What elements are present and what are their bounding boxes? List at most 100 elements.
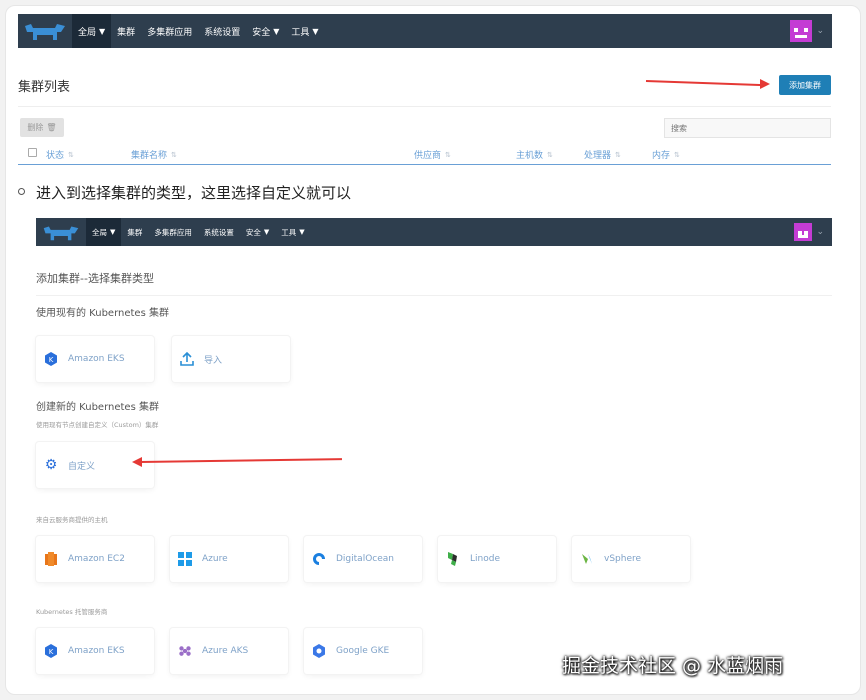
- delete-button[interactable]: 删除 🗑: [20, 118, 64, 137]
- tile-label: Amazon EKS: [68, 646, 125, 656]
- table-header-underline: [18, 164, 831, 165]
- nav-multi-cluster-apps[interactable]: 多集群应用: [141, 14, 198, 48]
- annotation-arrow-add: [645, 80, 764, 87]
- column-provider[interactable]: 供应商 ⇅: [414, 148, 451, 162]
- arrow-head: [760, 79, 770, 89]
- column-cpu-label: 处理器: [584, 151, 612, 161]
- column-nodes[interactable]: 主机数 ⇅: [516, 148, 553, 162]
- nav-tools-label: 工具: [291, 27, 310, 38]
- nav-settings-label: 系统设置: [204, 27, 241, 38]
- inner-nav-clusters[interactable]: 集群: [121, 218, 148, 246]
- nav-global-label: 全局: [78, 27, 97, 38]
- chevron-down-icon: ▼: [110, 228, 116, 236]
- inner-nav-security-label: 安全: [245, 227, 261, 237]
- search-input[interactable]: [664, 118, 831, 138]
- divider: [36, 295, 832, 296]
- watermark: 掘金技术社区 @ 水蓝烟雨: [562, 655, 784, 677]
- arrow-head: [132, 457, 142, 467]
- inner-user-avatar[interactable]: [794, 223, 813, 241]
- avatar-chevron-icon[interactable]: ⌄: [816, 26, 824, 36]
- tile-google-gke[interactable]: Google GKE: [304, 628, 422, 674]
- sort-icon: ⇅: [547, 150, 553, 159]
- svg-text:K: K: [49, 356, 54, 364]
- tile-azure[interactable]: Azure: [170, 536, 288, 582]
- tile-label: 导入: [204, 355, 223, 366]
- tile-digitalocean[interactable]: DigitalOcean: [304, 536, 422, 582]
- column-cluster-name-label: 集群名称: [131, 151, 168, 161]
- inner-nav-settings-label: 系统设置: [203, 227, 234, 237]
- tile-label: Azure: [202, 554, 228, 564]
- tile-hosted-amazon-eks[interactable]: K Amazon EKS: [36, 628, 154, 674]
- tile-label: Amazon EKS: [68, 354, 125, 364]
- divider: [18, 106, 831, 107]
- inner-nav-settings[interactable]: 系统设置: [198, 218, 240, 246]
- inner-nav-global[interactable]: 全局 ▼: [86, 218, 122, 246]
- nav-settings[interactable]: 系统设置: [198, 14, 246, 48]
- sort-icon: ⇅: [445, 150, 451, 159]
- column-cpu[interactable]: 处理器 ⇅: [584, 148, 621, 162]
- inner-nav-security[interactable]: 安全 ▼: [240, 218, 275, 246]
- inner-nav-multi-cluster-apps[interactable]: 多集群应用: [148, 218, 198, 246]
- sort-icon: ⇅: [674, 150, 680, 159]
- inner-nav: 全局 ▼ 集群 多集群应用 系统设置 安全 ▼ 工具 ▼ ⌄: [36, 218, 832, 246]
- column-status[interactable]: 状态 ⇅: [46, 148, 74, 162]
- rancher-cow-icon: [25, 24, 65, 40]
- column-memory[interactable]: 内存 ⇅: [652, 148, 680, 162]
- column-provider-label: 供应商: [414, 151, 442, 161]
- chevron-down-icon: ▼: [273, 26, 280, 36]
- tile-label: Google GKE: [336, 646, 390, 656]
- tile-label: Azure AKS: [202, 646, 249, 656]
- sort-icon: ⇅: [68, 150, 74, 159]
- column-cluster-name[interactable]: 集群名称 ⇅: [131, 148, 177, 162]
- instruction-text: 进入到选择集群的类型，这里选择自定义就可以: [36, 184, 352, 202]
- annotation-arrow-custom: [139, 458, 342, 463]
- existing-cluster-section-title: 使用现有的 Kubernetes 集群: [36, 308, 169, 319]
- nav-security[interactable]: 安全 ▼: [246, 14, 285, 48]
- tile-label: vSphere: [604, 554, 642, 564]
- nav-clusters[interactable]: 集群: [111, 14, 141, 48]
- digitalocean-icon: [312, 552, 326, 566]
- inner-nav-multi-cluster-apps-label: 多集群应用: [154, 227, 192, 237]
- screenshot-card: 全局 ▼ 集群 多集群应用 系统设置 安全 ▼ 工具 ▼ ⌄ 集群列表 添加集群 删除…: [5, 5, 861, 695]
- tile-import[interactable]: 导入: [172, 336, 290, 382]
- tile-amazon-ec2[interactable]: Amazon EC2: [36, 536, 154, 582]
- amazon-ec2-icon: [44, 552, 58, 566]
- chevron-down-icon: ▼: [263, 228, 270, 236]
- inner-nav-tools-label: 工具: [281, 227, 297, 237]
- nav-tools[interactable]: 工具 ▼: [285, 14, 324, 48]
- top-nav: 全局 ▼ 集群 多集群应用 系统设置 安全 ▼ 工具 ▼ ⌄: [18, 14, 832, 48]
- sort-icon: ⇅: [615, 150, 621, 159]
- tile-label: DigitalOcean: [336, 554, 394, 564]
- inner-nav-tools[interactable]: 工具 ▼: [275, 218, 310, 246]
- tile-vsphere[interactable]: vSphere: [572, 536, 690, 582]
- chevron-down-icon: ▼: [99, 26, 106, 36]
- new-cluster-section-title: 创建新的 Kubernetes 集群: [36, 402, 159, 413]
- column-status-label: 状态: [46, 151, 65, 161]
- select-all-checkbox[interactable]: [28, 148, 37, 157]
- tile-existing-amazon-eks[interactable]: K Amazon EKS: [36, 336, 154, 382]
- tile-label: 自定义: [68, 461, 96, 472]
- avatar-chevron-icon[interactable]: ⌄: [816, 227, 824, 237]
- tile-linode[interactable]: Linode: [438, 536, 556, 582]
- nav-global[interactable]: 全局 ▼: [72, 14, 112, 48]
- page-title: 集群列表: [18, 80, 71, 95]
- tile-label: Linode: [470, 554, 500, 564]
- gear-icon: ⚙: [44, 457, 58, 473]
- tile-label: Amazon EC2: [68, 554, 125, 564]
- add-cluster-heading: 添加集群--选择集群类型: [36, 272, 154, 285]
- svg-text:K: K: [49, 648, 54, 656]
- column-memory-label: 内存: [652, 151, 671, 161]
- windows-azure-icon: [178, 552, 192, 566]
- rancher-logo[interactable]: [18, 14, 72, 48]
- tile-azure-aks[interactable]: Azure AKS: [170, 628, 288, 674]
- cloud-hosts-hint: 来自云服务商提供的主机: [36, 516, 108, 524]
- azure-aks-icon: [178, 644, 192, 658]
- user-avatar[interactable]: [790, 20, 813, 42]
- nav-security-label: 安全: [252, 27, 271, 38]
- nav-clusters-label: 集群: [117, 27, 136, 38]
- inner-nav-clusters-label: 集群: [127, 227, 143, 237]
- rancher-logo-inner[interactable]: [36, 218, 86, 246]
- column-nodes-label: 主机数: [516, 151, 544, 161]
- rancher-cow-icon: [43, 225, 79, 240]
- add-cluster-button[interactable]: 添加集群: [779, 75, 831, 95]
